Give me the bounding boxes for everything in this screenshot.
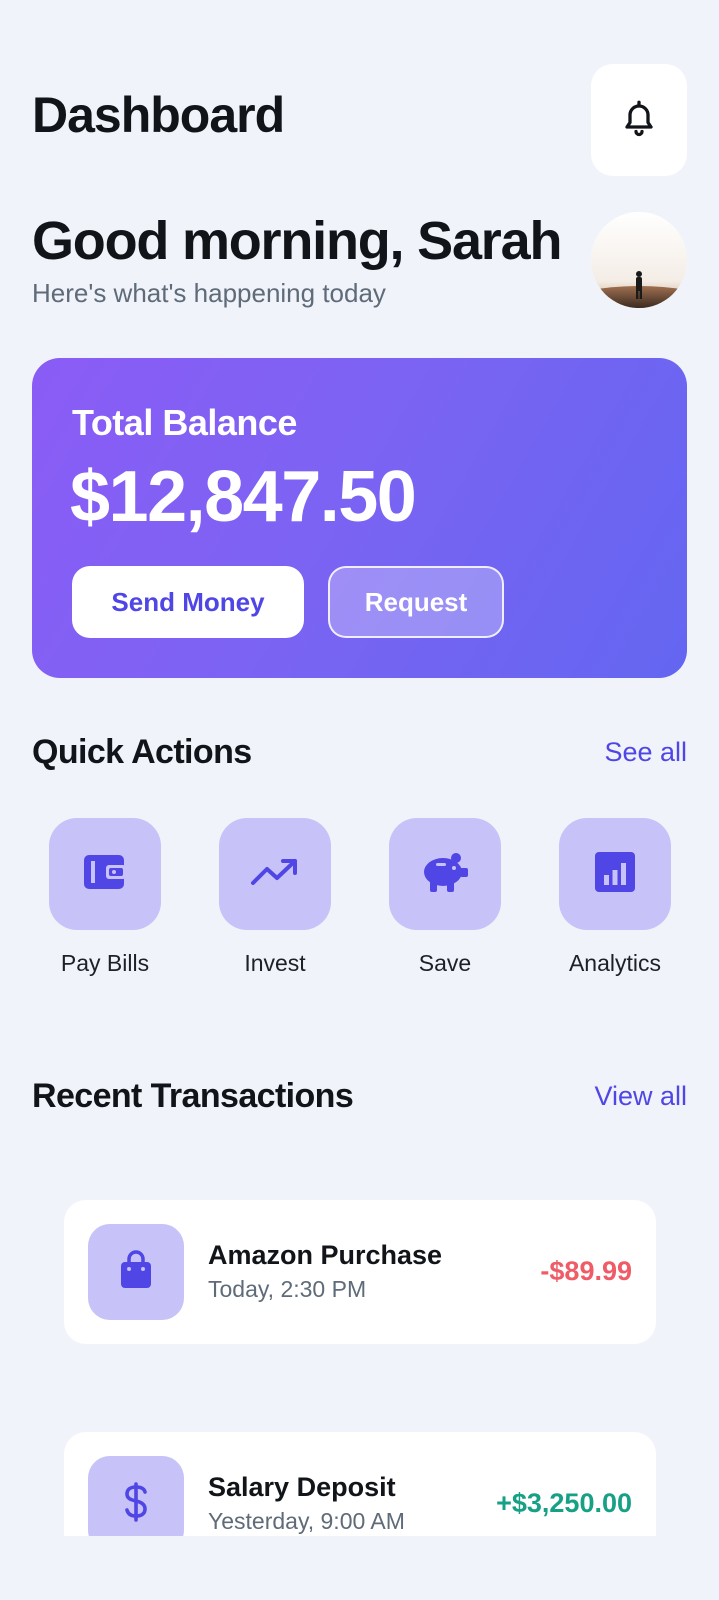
transactions-title: Recent Transactions — [32, 1077, 354, 1115]
action-tile[interactable] — [389, 818, 501, 930]
action-tile[interactable] — [49, 818, 161, 930]
action-pay-bills[interactable]: Pay Bills — [32, 818, 178, 988]
action-label: Invest — [244, 950, 306, 976]
header: Dashboard — [32, 64, 687, 176]
transaction-title: Salary Deposit — [208, 1472, 396, 1502]
transaction-amount: +$3,250.00 — [496, 1488, 632, 1518]
request-button[interactable]: Request — [328, 566, 504, 638]
transactions-header: Recent Transactions View all — [32, 1072, 687, 1120]
quick-actions-header: Quick Actions See all — [32, 728, 687, 776]
transaction-title: Amazon Purchase — [208, 1240, 443, 1270]
greeting-title: Good morning, Sarah — [32, 211, 562, 271]
quick-actions: Pay Bills Invest Save Analytics — [32, 818, 687, 988]
trending-up-icon — [250, 855, 300, 894]
see-all-link[interactable]: See all — [604, 728, 687, 776]
page-title: Dashboard — [32, 87, 285, 143]
wallet-icon — [82, 851, 128, 898]
balance-card: Total Balance $12,847.50 Send Money Requ… — [32, 358, 687, 678]
view-all-link[interactable]: View all — [594, 1072, 687, 1120]
action-analytics[interactable]: Analytics — [542, 818, 688, 988]
transactions-scroll-area: Salary Deposit Yesterday, 9:00 AM +$3,25… — [0, 1432, 719, 1536]
action-label: Save — [418, 950, 472, 976]
transaction-time: Today, 2:30 PM — [208, 1276, 367, 1302]
transaction-row[interactable]: Salary Deposit Yesterday, 9:00 AM +$3,25… — [64, 1432, 656, 1536]
notifications-button[interactable] — [591, 64, 687, 176]
balance-label: Total Balance — [72, 402, 297, 443]
bell-icon — [621, 98, 657, 143]
send-money-button[interactable]: Send Money — [72, 566, 304, 638]
balance-amount: $12,847.50 — [70, 457, 417, 537]
dollar-icon — [122, 1481, 150, 1528]
action-tile[interactable] — [219, 818, 331, 930]
quick-actions-title: Quick Actions — [32, 733, 252, 771]
greeting-section: Good morning, Sarah Here's what's happen… — [32, 211, 687, 312]
shopping-bag-icon — [118, 1249, 154, 1295]
action-save[interactable]: Save — [372, 818, 518, 988]
piggy-bank-icon — [420, 850, 470, 899]
action-tile[interactable] — [559, 818, 671, 930]
greeting-subtitle: Here's what's happening today — [32, 278, 386, 308]
avatar[interactable] — [591, 212, 687, 308]
action-invest[interactable]: Invest — [202, 818, 348, 988]
transaction-amount: -$89.99 — [540, 1256, 632, 1286]
transaction-icon-tile — [88, 1224, 184, 1320]
bar-chart-icon — [594, 851, 636, 898]
transaction-row[interactable]: Amazon Purchase Today, 2:30 PM -$89.99 — [64, 1200, 656, 1344]
action-label: Analytics — [568, 950, 662, 976]
transaction-icon-tile — [88, 1456, 184, 1536]
action-label: Pay Bills — [60, 950, 150, 976]
transaction-time: Yesterday, 9:00 AM — [208, 1508, 405, 1534]
